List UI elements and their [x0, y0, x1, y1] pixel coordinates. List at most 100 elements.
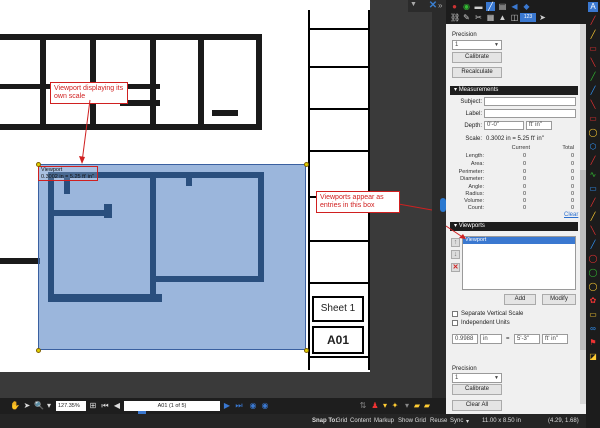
scale-out-unit-select[interactable]: ft' in"	[542, 334, 568, 344]
pan-icon[interactable]: ✋	[10, 401, 20, 411]
last-page-icon[interactable]: ⏭	[234, 401, 244, 411]
measure-icon[interactable]: ╱	[486, 2, 495, 11]
drawing-canvas[interactable]: Sheet 1 A01 Viewport 0.3002 in = 5.25 ft…	[0, 0, 432, 398]
scale-in-unit-select[interactable]: in	[480, 334, 502, 344]
measurements-header[interactable]: ▾ Measurements	[450, 86, 578, 95]
calibrate2-button[interactable]: Calibrate	[452, 384, 502, 395]
line-icon[interactable]: ╲	[588, 58, 598, 68]
perimeter-icon[interactable]: ╱	[588, 198, 598, 208]
modify-button[interactable]: Modify	[542, 294, 576, 305]
cloud-icon[interactable]: ▭	[588, 44, 598, 54]
polyline-icon[interactable]: ╱	[588, 72, 598, 82]
prev-page-icon[interactable]: ◀	[112, 401, 122, 411]
angle-icon[interactable]: ╲	[588, 226, 598, 236]
grid-toggle[interactable]: Grid	[336, 418, 347, 424]
flag-icon[interactable]: ⚑	[588, 338, 598, 348]
precision2-select[interactable]: 1 ▼	[452, 373, 502, 383]
pen-icon[interactable]: ✎	[462, 13, 471, 22]
diameter-icon[interactable]: ◯	[588, 254, 598, 264]
user-icon[interactable]: ♟	[370, 401, 380, 411]
page-input[interactable]: A01 (1 of 5)	[124, 401, 220, 411]
sketch-icon[interactable]: ∿	[588, 170, 598, 180]
move-down-button[interactable]: ↓	[451, 250, 460, 259]
clear-all-button[interactable]: Clear All	[452, 400, 502, 411]
dimension-icon[interactable]: ╱	[588, 156, 598, 166]
text-tool-icon[interactable]: A	[588, 2, 598, 12]
folder-icon[interactable]: ▰	[412, 401, 422, 411]
layers2-icon[interactable]: ▾	[402, 401, 412, 411]
forward-icon[interactable]: ◉	[260, 401, 270, 411]
back-icon[interactable]: ◉	[248, 401, 258, 411]
independent-units-checkbox[interactable]	[452, 320, 458, 326]
show-grid-toggle[interactable]: Show Grid	[398, 418, 426, 424]
add-button[interactable]: Add	[504, 294, 536, 305]
callout-tool-icon[interactable]: ╲	[588, 100, 598, 110]
separate-vertical-checkbox[interactable]	[452, 311, 458, 317]
stamp-icon[interactable]: ◫	[510, 13, 519, 22]
bulb-icon[interactable]: ✦	[390, 401, 400, 411]
volume-icon[interactable]: ╱	[588, 240, 598, 250]
measure-name: Perimeter:	[458, 169, 484, 175]
scale-in-input[interactable]: 0.9988	[452, 334, 478, 344]
binoculars-icon[interactable]: ◉	[462, 2, 471, 11]
ruler-icon[interactable]: ▬	[474, 2, 483, 11]
precision-select[interactable]: 1 ▼	[452, 40, 502, 50]
panel-scroll-thumb[interactable]	[580, 170, 586, 350]
delete-button[interactable]: ✕	[451, 263, 460, 272]
arrow-tool-icon[interactable]: ╱	[588, 86, 598, 96]
sync-dropdown-icon[interactable]: ▾	[466, 418, 469, 425]
reuse-toggle[interactable]: Reuse	[430, 418, 447, 424]
link-icon[interactable]: ⛓	[450, 13, 460, 22]
markups-icon[interactable]: ●	[450, 2, 459, 11]
markup-toggle[interactable]: Markup	[374, 418, 394, 424]
zoom-input[interactable]: 127.35%	[56, 401, 86, 411]
viewport-list-item[interactable]: Viewport	[463, 237, 575, 244]
highlighter-icon[interactable]: ╱	[588, 30, 598, 40]
arrow-icon[interactable]: ➤	[538, 13, 547, 22]
area-icon[interactable]: ▭	[588, 184, 598, 194]
shape-icon[interactable]: ▲	[498, 13, 507, 22]
recalculate-button[interactable]: Recalculate	[452, 67, 502, 78]
grid-icon[interactable]: ▦	[486, 13, 495, 22]
ellipse-icon[interactable]: ◯	[588, 128, 598, 138]
viewports-list[interactable]	[462, 236, 576, 290]
label-label: Label:	[465, 111, 482, 117]
close-icon[interactable]: ✕	[428, 0, 438, 12]
zoom-dropdown-icon[interactable]: ▾	[44, 401, 54, 411]
zoom-icon[interactable]: 🔍	[34, 401, 44, 411]
depth-input[interactable]: 0'-0"	[484, 121, 524, 130]
count-tool-icon[interactable]: ╱	[588, 212, 598, 222]
location-icon[interactable]: ◆	[522, 2, 531, 11]
polygon-icon[interactable]: ⬡	[588, 142, 598, 152]
stamp-tool-icon[interactable]: ✿	[588, 296, 598, 306]
clear-link[interactable]: Clear	[564, 212, 578, 218]
compare-icon[interactable]: ⇅	[358, 401, 368, 411]
more-icon[interactable]: »	[438, 0, 446, 12]
send-icon[interactable]: ◀	[510, 2, 519, 11]
calibrate-button[interactable]: Calibrate	[452, 52, 502, 63]
select-icon[interactable]: ➤	[22, 401, 32, 411]
depth-unit-select[interactable]: ft' in"	[526, 121, 552, 130]
subject-input[interactable]	[484, 97, 576, 106]
first-page-icon[interactable]: ⏮	[100, 401, 110, 411]
layers-icon[interactable]: ▤	[498, 2, 507, 11]
rectangle-icon[interactable]: ▭	[588, 114, 598, 124]
sync-toggle[interactable]: Sync	[450, 418, 463, 424]
next-page-icon[interactable]: ▶	[222, 401, 232, 411]
count-badge[interactable]: 123	[520, 13, 536, 22]
lock-icon[interactable]: ▾	[380, 401, 390, 411]
link-tool-icon[interactable]: ∞	[588, 324, 598, 334]
content-toggle[interactable]: Content	[350, 418, 371, 424]
bookmark-icon[interactable]: ◪	[588, 352, 598, 362]
tools-icon[interactable]: ✂	[474, 13, 483, 22]
note-icon[interactable]: ▭	[588, 310, 598, 320]
radius-icon[interactable]: ◯	[588, 268, 598, 278]
cutout-icon[interactable]: ◯	[588, 282, 598, 292]
open-icon[interactable]: ▰	[422, 401, 432, 411]
pen-red-icon[interactable]: ╱	[588, 16, 598, 26]
label-input[interactable]	[484, 109, 576, 118]
scale-out-input[interactable]: 5'-3"	[514, 334, 540, 344]
measure-name: Angle:	[468, 184, 484, 190]
fit-icon[interactable]: ⊞	[88, 401, 98, 411]
dropdown-arrow-icon[interactable]: ▼	[410, 1, 417, 8]
